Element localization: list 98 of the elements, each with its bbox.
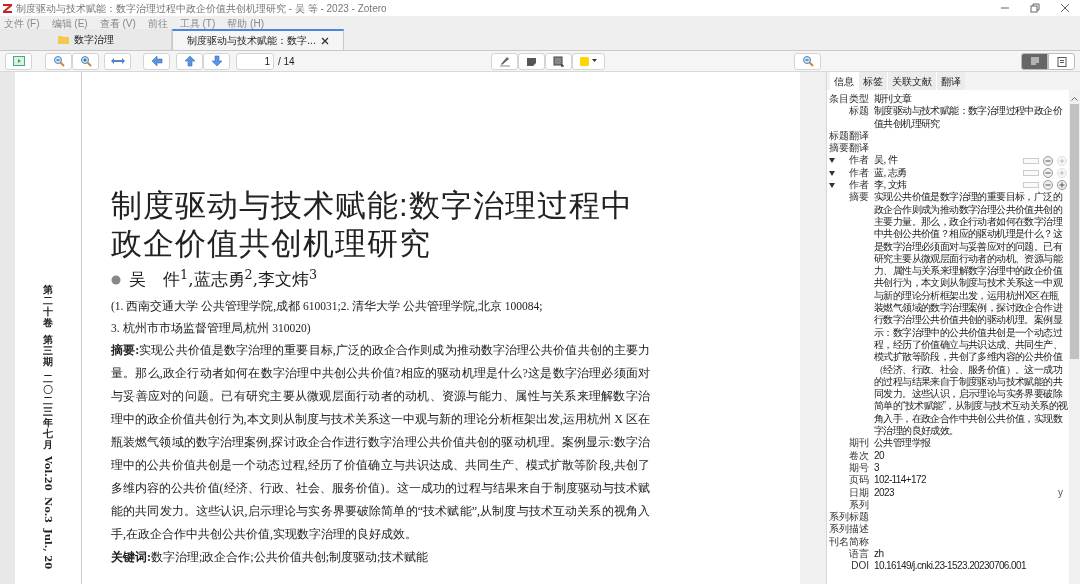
- field-label: 条目类型: [829, 93, 869, 106]
- minus-icon: [1043, 155, 1053, 166]
- creator-type-toggle-icon: [1023, 182, 1039, 189]
- field-label: 标题: [849, 105, 869, 118]
- field-value[interactable]: 实现公共价值是数字治理的重要目标，广泛的政企合作则成为推动数字治理公共价值共创的主要力量。那么，政企行动者如何在数字治理中共创公共价值？相应的驱动机理是什么？这是数字治理必须面对与妥善应对的问题。已有研究主要从微观层面行动者的动机、资源与能力、属性与关系来理解数字治理中的政企价值共创行为，本文则从制度与技术关系这一中观与新的理论分析框架出发，运用杭州X区在瓶装燃气领域的数字治理案例，探讨政企合作进行数字治理公共价值共创的驱动机理。案例显示：数字治理中的公共价值共创是一个动态过程，经历了价值确立与共识达成、共同生产、模式扩散等阶段，共创了多维内容的公共价值（经济、行政、社会、服务价值）。这一成功的过程与结果来自于制度驱动与技术赋能的共同发力。这些认识，启示理论与实务界要破除简单的“技术赋能”，从制度与技术互动关系的视角入手，在政企合作中共创公共价值，实现数字治理的良好成效。: [874, 191, 1068, 438]
- field-value[interactable]: 2023: [874, 486, 1058, 499]
- keywords-text: 关键词:数字治理;政企合作;公共价值共创;制度驱动;技术赋能: [111, 549, 430, 566]
- area-select-icon: [553, 55, 564, 67]
- field-value[interactable]: 20: [874, 449, 1068, 462]
- affiliation-line: 3. 杭州市市场监督管理局,杭州 310020): [111, 321, 312, 337]
- margin-text: 第三期: [43, 334, 53, 367]
- field-label: 期号: [849, 461, 869, 475]
- minus-icon: [1043, 180, 1053, 191]
- field-label: 标题翻译: [829, 129, 869, 142]
- affiliation-line: (1. 西南交通大学 公共管理学院,成都 610031;2. 清华大学 公共管理学院,北京 100084;: [111, 299, 544, 315]
- notepad-icon: [1056, 55, 1067, 67]
- field-label: 系列: [849, 498, 869, 512]
- window-title: 制度驱动与技术赋能：数字治理过程中政企价值共创机理研究 - 吴 等 - 2023 - Zotero: [16, 1, 387, 16]
- app-logo-icon: [3, 3, 12, 13]
- panel-tab[interactable]: 标签: [858, 72, 887, 90]
- field-label: 刊名简称: [829, 535, 869, 548]
- zoom-in-icon: [79, 55, 92, 67]
- field-value[interactable]: zh: [874, 548, 1068, 561]
- field-value[interactable]: 102-114+172: [874, 474, 1068, 487]
- close-tab-icon: [320, 36, 329, 45]
- field-value[interactable]: 期刊文章: [874, 93, 1068, 106]
- folder-icon: [57, 35, 69, 44]
- field-value[interactable]: 10.16149/j.cnki.23-1523.20230706.001: [874, 560, 1068, 573]
- note-button[interactable]: [518, 52, 545, 70]
- close-icon: [1060, 3, 1070, 13]
- panel-tab[interactable]: 翻译: [936, 72, 965, 90]
- down-arrow-icon: [210, 55, 223, 67]
- field-value[interactable]: 3: [874, 461, 1068, 475]
- fit-width-icon: [110, 57, 125, 65]
- restore-icon: [1030, 3, 1040, 13]
- info-view-button[interactable]: [1021, 52, 1048, 70]
- area-select-button[interactable]: [545, 52, 572, 70]
- field-label: 系列标题: [829, 511, 869, 524]
- search-button[interactable]: [794, 52, 821, 70]
- expand-triangle-icon: [829, 183, 835, 189]
- back-button[interactable]: [143, 52, 170, 70]
- article-title: 政企价值共创机理研究: [111, 225, 432, 263]
- date-format-hint: y: [1058, 486, 1064, 499]
- creator-type-toggle-icon: [1023, 169, 1039, 176]
- panel-tab[interactable]: 信息: [830, 72, 858, 90]
- field-label: DOI: [851, 560, 869, 573]
- highlight-button[interactable]: [491, 52, 518, 70]
- pen-icon: [498, 55, 511, 67]
- field-label: 作者: [849, 154, 869, 167]
- author-list: 吴 件$^{1}$,蓝志勇$^{2}$,李文炜$^{3}$: [129, 267, 318, 293]
- scrollbar-thumb[interactable]: [1070, 104, 1079, 359]
- field-label: 日期: [849, 486, 869, 499]
- abstract-text: 摘要:实现公共价值是数字治理的重要目标,广泛的政企合作则成为推动数字治理公共价值共创的主要力量。那么,政企行动者如何在数字治理中共创公共价值?相应的驱动机理是什么?这是数字治理必须面对与妥善应对的问题。已有研究主要从微观层面行动者的动机、资源与能力、属性与关系来理解数字治理中的政企价值共创行为,本文则从制度与技术关系这一中观与新的理论分析框架出发,运用杭州 X 区在瓶装燃气领域的数字治理案例,探讨政企合作进行数字治理公共价值共创的驱动机理。案例显示:数字治理中的公共价值共创是一个动态过程,经历了价值确立与共识达成、共同生产、模式扩散等阶段,共创了多维内容的公共价值(经济、行政、社会、服务价值)。这一成功的过程与结果来自于制度驱动与技术赋能的共同发力。这些认识,启示理论与实务界要破除简单的“技术赋能”,从制度与技术互动关系的视角入手,在政企合作中共创公共价值,实现数字治理的良好成效。: [111, 342, 650, 543]
- zoom-out-icon: [52, 55, 65, 67]
- document-tab[interactable]: 制度驱动与技术赋能：数字...: [172, 29, 344, 50]
- margin-text: 第二十卷: [43, 284, 53, 328]
- minus-icon: [1043, 167, 1053, 178]
- page-number-field[interactable]: 1: [236, 52, 274, 70]
- note-icon: [526, 55, 537, 67]
- sidebar-toggle-button[interactable]: [5, 52, 32, 70]
- margin-text: 二〇二三年七月: [43, 373, 53, 450]
- fit-width-button[interactable]: [104, 52, 131, 70]
- panel-tab[interactable]: 关联文献: [887, 72, 936, 90]
- color-swatch-icon: [580, 56, 589, 66]
- margin-text: Jul., 20: [41, 528, 55, 569]
- article-title: 制度驱动与技术赋能:数字治理过程中: [111, 187, 634, 225]
- field-value[interactable]: 吴, 件: [874, 154, 1023, 167]
- page-count: / 14: [278, 54, 295, 69]
- field-label: 作者: [849, 179, 869, 191]
- field-label: 系列描述: [829, 523, 869, 536]
- field-label: 卷次: [849, 449, 869, 462]
- bullet-icon: [111, 275, 121, 285]
- document-tab[interactable]: 数字治理: [0, 29, 172, 50]
- notes-view-button[interactable]: [1048, 52, 1075, 70]
- zoom-out-button[interactable]: [45, 52, 72, 70]
- margin-text: No.3: [41, 496, 55, 523]
- field-value[interactable]: 李, 文炜: [874, 179, 1023, 192]
- field-label: 作者: [849, 166, 869, 179]
- next-page-button[interactable]: [203, 52, 230, 70]
- margin-text: Vol.20: [41, 456, 55, 491]
- field-value[interactable]: 制度驱动与技术赋能：数字治理过程中政企价值共创机理研究: [874, 105, 1068, 130]
- field-value[interactable]: 蓝, 志勇: [874, 166, 1023, 180]
- color-picker-button[interactable]: [572, 52, 605, 70]
- up-arrow-icon: [183, 55, 196, 67]
- back-arrow-icon: [150, 55, 163, 67]
- creator-type-toggle-icon: [1023, 157, 1039, 164]
- field-label: 期刊: [849, 437, 869, 450]
- field-label: 页码: [849, 474, 869, 487]
- previous-page-button[interactable]: [176, 52, 203, 70]
- scroll-up-icon: [1071, 96, 1078, 101]
- zoom-in-button[interactable]: [72, 52, 99, 70]
- field-label: 摘要: [849, 191, 869, 204]
- field-label: 语言: [849, 548, 869, 561]
- sidebar-icon: [12, 56, 25, 66]
- zoom-out-icon: [801, 55, 814, 67]
- field-label: 摘要翻译: [829, 142, 869, 154]
- field-value[interactable]: 公共管理学报: [874, 437, 1068, 450]
- caret-icon: [592, 59, 597, 63]
